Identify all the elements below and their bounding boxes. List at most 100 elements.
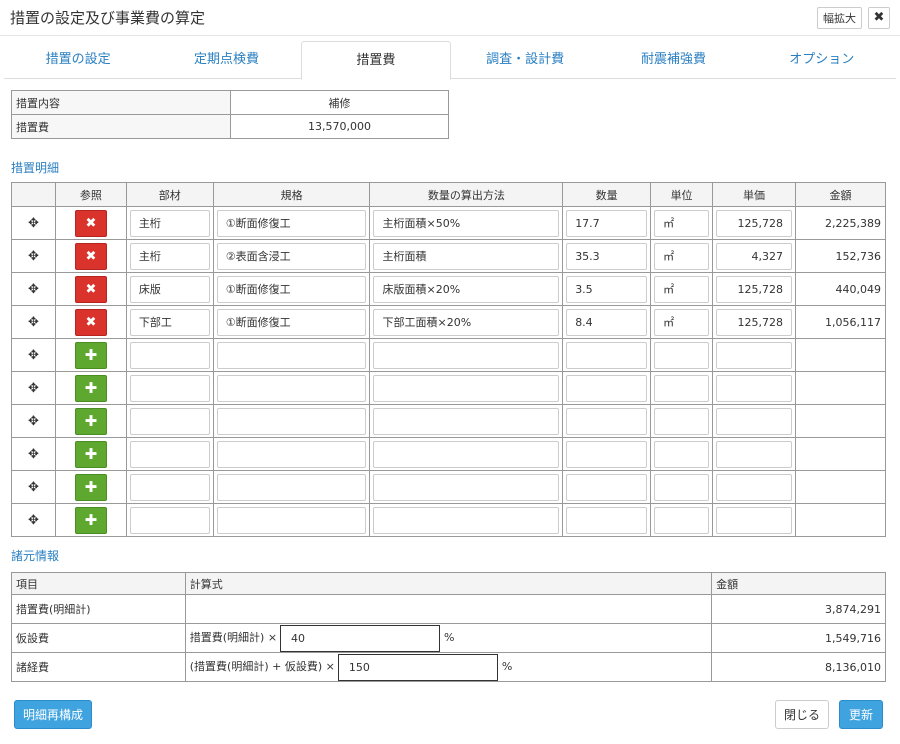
move-handle-icon[interactable]: ✥ <box>11 305 56 339</box>
method-input[interactable] <box>373 407 560 435</box>
unit-price-input[interactable]: 125,728 <box>716 209 792 237</box>
unit-price-input[interactable]: 4,327 <box>716 242 792 270</box>
unit-price-input[interactable] <box>716 506 792 534</box>
member-input[interactable]: 床版 <box>129 275 210 303</box>
move-handle-icon[interactable]: ✥ <box>11 404 56 438</box>
rate-input[interactable]: 40 <box>280 624 441 652</box>
unit-input[interactable]: ㎡ <box>654 209 710 237</box>
quantity-input[interactable] <box>566 473 648 501</box>
rate-input[interactable]: 150 <box>337 653 498 681</box>
detail-header-row: 参照 部材 規格 数量の算出方法 数量 単位 単価 金額 <box>11 182 886 207</box>
spec-input[interactable] <box>216 407 367 435</box>
move-handle-icon[interactable]: ✥ <box>11 239 56 273</box>
member-input[interactable] <box>129 374 210 402</box>
tab-3[interactable]: 調査・設計費 <box>451 41 599 78</box>
rebuild-button[interactable]: 明細再構成 <box>14 700 92 729</box>
unit-input[interactable] <box>654 374 710 402</box>
method-input[interactable] <box>373 440 560 468</box>
quantity-input[interactable]: 3.5 <box>566 275 648 303</box>
unit-input[interactable]: ㎡ <box>654 308 710 336</box>
unit-input[interactable] <box>654 341 710 369</box>
quantity-input[interactable] <box>566 341 648 369</box>
quantity-input[interactable] <box>566 506 648 534</box>
quantity-input[interactable] <box>566 440 648 468</box>
add-row-button[interactable]: ✚ <box>74 374 107 402</box>
unit-price-input[interactable] <box>716 407 792 435</box>
tab-1[interactable]: 定期点検費 <box>152 41 300 78</box>
tab-2[interactable]: 措置費 <box>300 41 451 80</box>
unit-input[interactable] <box>654 506 710 534</box>
member-cell: 下部工 <box>125 305 214 339</box>
member-input[interactable] <box>129 506 210 534</box>
update-button[interactable]: 更新 <box>839 700 883 729</box>
member-input[interactable]: 主桁 <box>129 242 210 270</box>
delete-row-button[interactable]: ✖ <box>74 275 107 303</box>
unit-price-input[interactable] <box>716 440 792 468</box>
unit-input[interactable]: ㎡ <box>654 275 710 303</box>
spec-cell <box>212 338 371 372</box>
delete-row-button[interactable]: ✖ <box>74 242 107 270</box>
spec-input[interactable] <box>216 440 367 468</box>
spec-input[interactable] <box>216 374 367 402</box>
quantity-input[interactable] <box>566 374 648 402</box>
move-handle-icon[interactable]: ✥ <box>11 470 56 504</box>
table-row: ✥ ✚ <box>11 503 886 537</box>
unit-price-input[interactable] <box>716 341 792 369</box>
unit-price-input[interactable] <box>716 473 792 501</box>
add-row-button[interactable]: ✚ <box>74 341 107 369</box>
detail-table: 参照 部材 規格 数量の算出方法 数量 単位 単価 金額 ✥ ✖ 主桁 ①断面修復工 主桁面積×50%… <box>11 182 886 537</box>
quantity-input[interactable] <box>566 407 648 435</box>
member-input[interactable] <box>129 341 210 369</box>
unit-input[interactable] <box>654 440 710 468</box>
move-handle-icon[interactable]: ✥ <box>11 206 56 240</box>
delete-row-button[interactable]: ✖ <box>74 308 107 336</box>
move-handle-icon[interactable]: ✥ <box>11 371 56 405</box>
quantity-input[interactable]: 35.3 <box>566 242 648 270</box>
method-input[interactable]: 主桁面積×50% <box>373 209 560 237</box>
spec-input[interactable] <box>216 473 367 501</box>
method-input[interactable] <box>373 341 560 369</box>
method-input[interactable]: 下部工面積×20% <box>373 308 560 336</box>
unit-input[interactable] <box>654 407 710 435</box>
method-input[interactable] <box>373 473 560 501</box>
maximize-button[interactable]: 幅拡大 <box>817 6 862 29</box>
spec-input[interactable]: ②表面含浸工 <box>216 242 367 270</box>
tab-5[interactable]: オプション <box>748 41 896 78</box>
method-input[interactable]: 主桁面積 <box>373 242 560 270</box>
unit-price-input[interactable] <box>716 374 792 402</box>
close-button[interactable]: 閉じる <box>775 700 829 729</box>
member-input[interactable]: 主桁 <box>129 209 210 237</box>
spec-input[interactable]: ①断面修復工 <box>216 209 367 237</box>
quantity-input[interactable]: 17.7 <box>566 209 648 237</box>
unit-price-input[interactable]: 125,728 <box>716 275 792 303</box>
method-input[interactable]: 床版面積×20% <box>373 275 560 303</box>
move-handle-icon[interactable]: ✥ <box>11 338 56 372</box>
unit-price-cell: 125,728 <box>712 206 796 240</box>
delete-row-button[interactable]: ✖ <box>74 209 107 237</box>
tab-4[interactable]: 耐震補強費 <box>599 41 747 78</box>
unit-price-input[interactable]: 125,728 <box>716 308 792 336</box>
method-input[interactable] <box>373 506 560 534</box>
method-cell <box>369 437 564 471</box>
tab-0[interactable]: 措置の設定 <box>4 41 152 78</box>
member-input[interactable] <box>129 473 210 501</box>
quantity-input[interactable]: 8.4 <box>566 308 648 336</box>
spec-input[interactable] <box>216 341 367 369</box>
member-input[interactable] <box>129 440 210 468</box>
move-handle-icon[interactable]: ✥ <box>11 272 56 306</box>
member-input[interactable]: 下部工 <box>129 308 210 336</box>
spec-input[interactable]: ①断面修復工 <box>216 308 367 336</box>
member-input[interactable] <box>129 407 210 435</box>
unit-input[interactable] <box>654 473 710 501</box>
move-handle-icon[interactable]: ✥ <box>11 437 56 471</box>
add-row-button[interactable]: ✚ <box>74 473 107 501</box>
add-row-button[interactable]: ✚ <box>74 407 107 435</box>
spec-input[interactable]: ①断面修復工 <box>216 275 367 303</box>
unit-input[interactable]: ㎡ <box>654 242 710 270</box>
spec-input[interactable] <box>216 506 367 534</box>
close-icon[interactable]: ✖ <box>868 6 890 29</box>
method-input[interactable] <box>373 374 560 402</box>
add-row-button[interactable]: ✚ <box>74 506 107 534</box>
add-row-button[interactable]: ✚ <box>74 440 107 468</box>
move-handle-icon[interactable]: ✥ <box>11 503 56 537</box>
